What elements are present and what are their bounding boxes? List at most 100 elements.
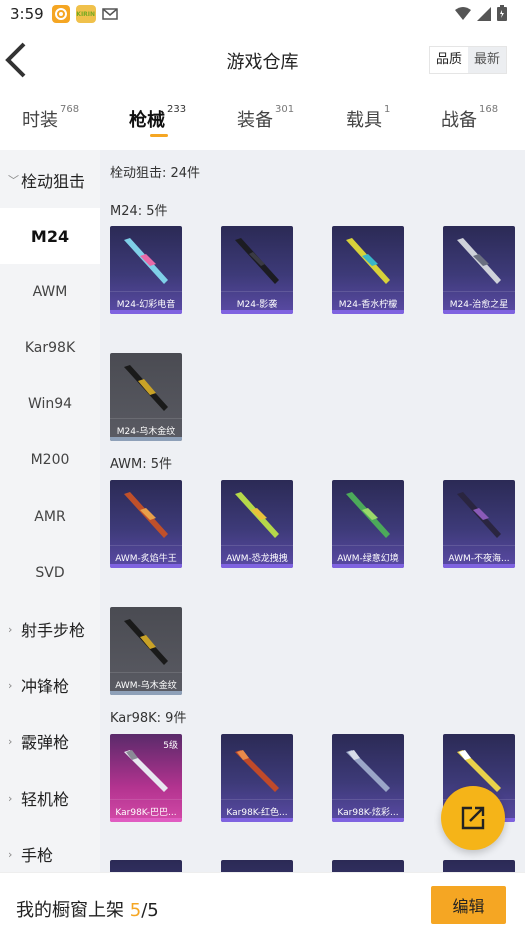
quality-bar [443,310,515,314]
item-card[interactable]: Kar98K-炫彩... [332,734,404,822]
item-card[interactable]: AWM-炙焰牛王 [110,480,182,568]
card-divider [221,545,293,546]
sort-by-newest[interactable]: 最新 [467,47,506,73]
item-card[interactable] [221,860,293,872]
edit-button[interactable]: 编辑 [431,886,506,924]
tab-guns[interactable]: 枪械233 [129,104,186,132]
item-name: AWM-乌木金纹 [115,681,177,691]
card-divider [332,291,404,292]
rifle-icon [124,619,168,665]
active-tab-indicator [150,134,168,137]
item-name: M24-治愈之星 [449,300,509,310]
back-button[interactable] [4,42,32,78]
item-card[interactable]: AWM-乌木金纹 [110,607,182,695]
rifle-icon [457,492,501,538]
status-time: 3:59 [10,5,44,23]
sidebar-item-awm[interactable]: AWM [0,264,100,320]
item-card[interactable]: M24-幻彩电音 [110,226,182,314]
battery-icon [497,5,507,25]
item-card[interactable]: AWM-不夜海... [443,480,515,568]
card-divider [332,799,404,800]
quality-bar [332,310,404,314]
showcase-total: /5 [141,900,159,921]
sidebar-item-m24[interactable]: M24 [0,208,100,264]
tab-vehicles[interactable]: 载具1 [346,104,390,132]
tab-count: 768 [60,104,80,115]
sidebar-group-smg[interactable]: › 冲锋枪 [0,657,100,713]
tab-label: 时装 [22,110,58,131]
item-name: M24-幻彩电音 [116,300,176,310]
chevron-right-icon: › [8,791,13,805]
item-card[interactable]: M24-影袭 [221,226,293,314]
sort-by-quality[interactable]: 品质 [429,47,468,73]
sidebar-group-label: 霰弹枪 [21,733,70,752]
sidebar-group-label: 手枪 [21,846,54,865]
sidebar-group-dmr[interactable]: › 射手步枪 [0,601,100,657]
item-grid-panel: 栓动狙击: 24件 M24: 5件 M24-幻彩电音 M24-影袭 M24-香水… [100,150,525,872]
quality-bar [110,818,182,822]
rifle-icon [346,238,390,284]
sort-toggle[interactable]: 品质 最新 [428,46,507,74]
rifle-icon [235,238,279,284]
item-card[interactable]: AWM-恐龙拽拽 [221,480,293,568]
rifle-icon [346,750,390,792]
tab-label: 载具 [346,110,382,131]
quality-bar [332,818,404,822]
tab-count: 168 [479,104,499,115]
app-notification-icon [51,5,70,23]
sidebar-group-lmg[interactable]: › 轻机枪 [0,770,100,826]
chevron-right-icon: › [8,734,13,748]
item-card[interactable]: M24-香水柠檬 [332,226,404,314]
sidebar-item-svd[interactable]: SVD [0,545,100,601]
sidebar-group-shotgun[interactable]: › 霰弹枪 [0,713,100,769]
item-card[interactable]: AWM-绿意幻境 [332,480,404,568]
item-card[interactable]: M24-治愈之星 [443,226,515,314]
quality-bar [221,564,293,568]
sidebar-group-label: 冲锋枪 [21,677,70,696]
rifle-icon [124,365,168,411]
item-name: M24-香水柠檬 [338,300,398,310]
share-button[interactable] [441,786,505,850]
sidebar-group-label: 栓动狙击 [21,172,86,191]
item-card[interactable]: M24-乌木金纹 [110,353,182,441]
rifle-icon [235,492,279,538]
sidebar-item-kar98k[interactable]: Kar98K [0,320,100,376]
chevron-right-icon: › [8,847,13,861]
tab-fashion[interactable]: 时装768 [22,104,80,132]
item-card[interactable] [443,860,515,872]
card-divider [110,291,182,292]
item-card[interactable] [110,860,182,872]
sidebar-group-label: 射手步枪 [21,621,86,640]
sidebar-item-win94[interactable]: Win94 [0,376,100,432]
card-divider [110,545,182,546]
item-card[interactable]: 5级 Kar98K-巴巴... [110,734,182,822]
tab-label: 战备 [441,110,477,131]
item-name: Kar98K-红色... [226,808,288,818]
item-card[interactable] [332,860,404,872]
item-name: AWM-绿意幻境 [337,554,399,564]
quality-bar [332,564,404,568]
category-tabs: 时装768 枪械233 装备301 载具1 战备168 [0,92,525,146]
item-card[interactable]: Kar98K-红色... [221,734,293,822]
sidebar-group-pistol[interactable]: › 手枪 [0,826,100,872]
item-name: AWM-不夜海... [448,554,510,564]
rifle-icon [124,238,168,284]
sidebar-item-m200[interactable]: M200 [0,432,100,488]
card-divider [221,799,293,800]
tab-label: 装备 [237,110,273,131]
item-name: AWM-恐龙拽拽 [226,554,288,564]
tab-supplies[interactable]: 战备168 [441,104,499,132]
card-divider [332,545,404,546]
tab-equipment[interactable]: 装备301 [237,104,294,132]
item-name: AWM-炙焰牛王 [115,554,177,564]
mail-icon [101,8,118,20]
rifle-icon [235,750,279,792]
wifi-icon [455,6,471,25]
chevron-right-icon: › [8,678,13,692]
item-level-badge: 5级 [163,741,178,751]
sidebar-item-amr[interactable]: AMR [0,489,100,545]
back-icon[interactable] [4,42,32,78]
quality-bar [110,310,182,314]
sidebar-group-bolt-action[interactable]: ﹀ 栓动狙击 [0,152,100,208]
item-name: M24-影袭 [236,300,278,310]
